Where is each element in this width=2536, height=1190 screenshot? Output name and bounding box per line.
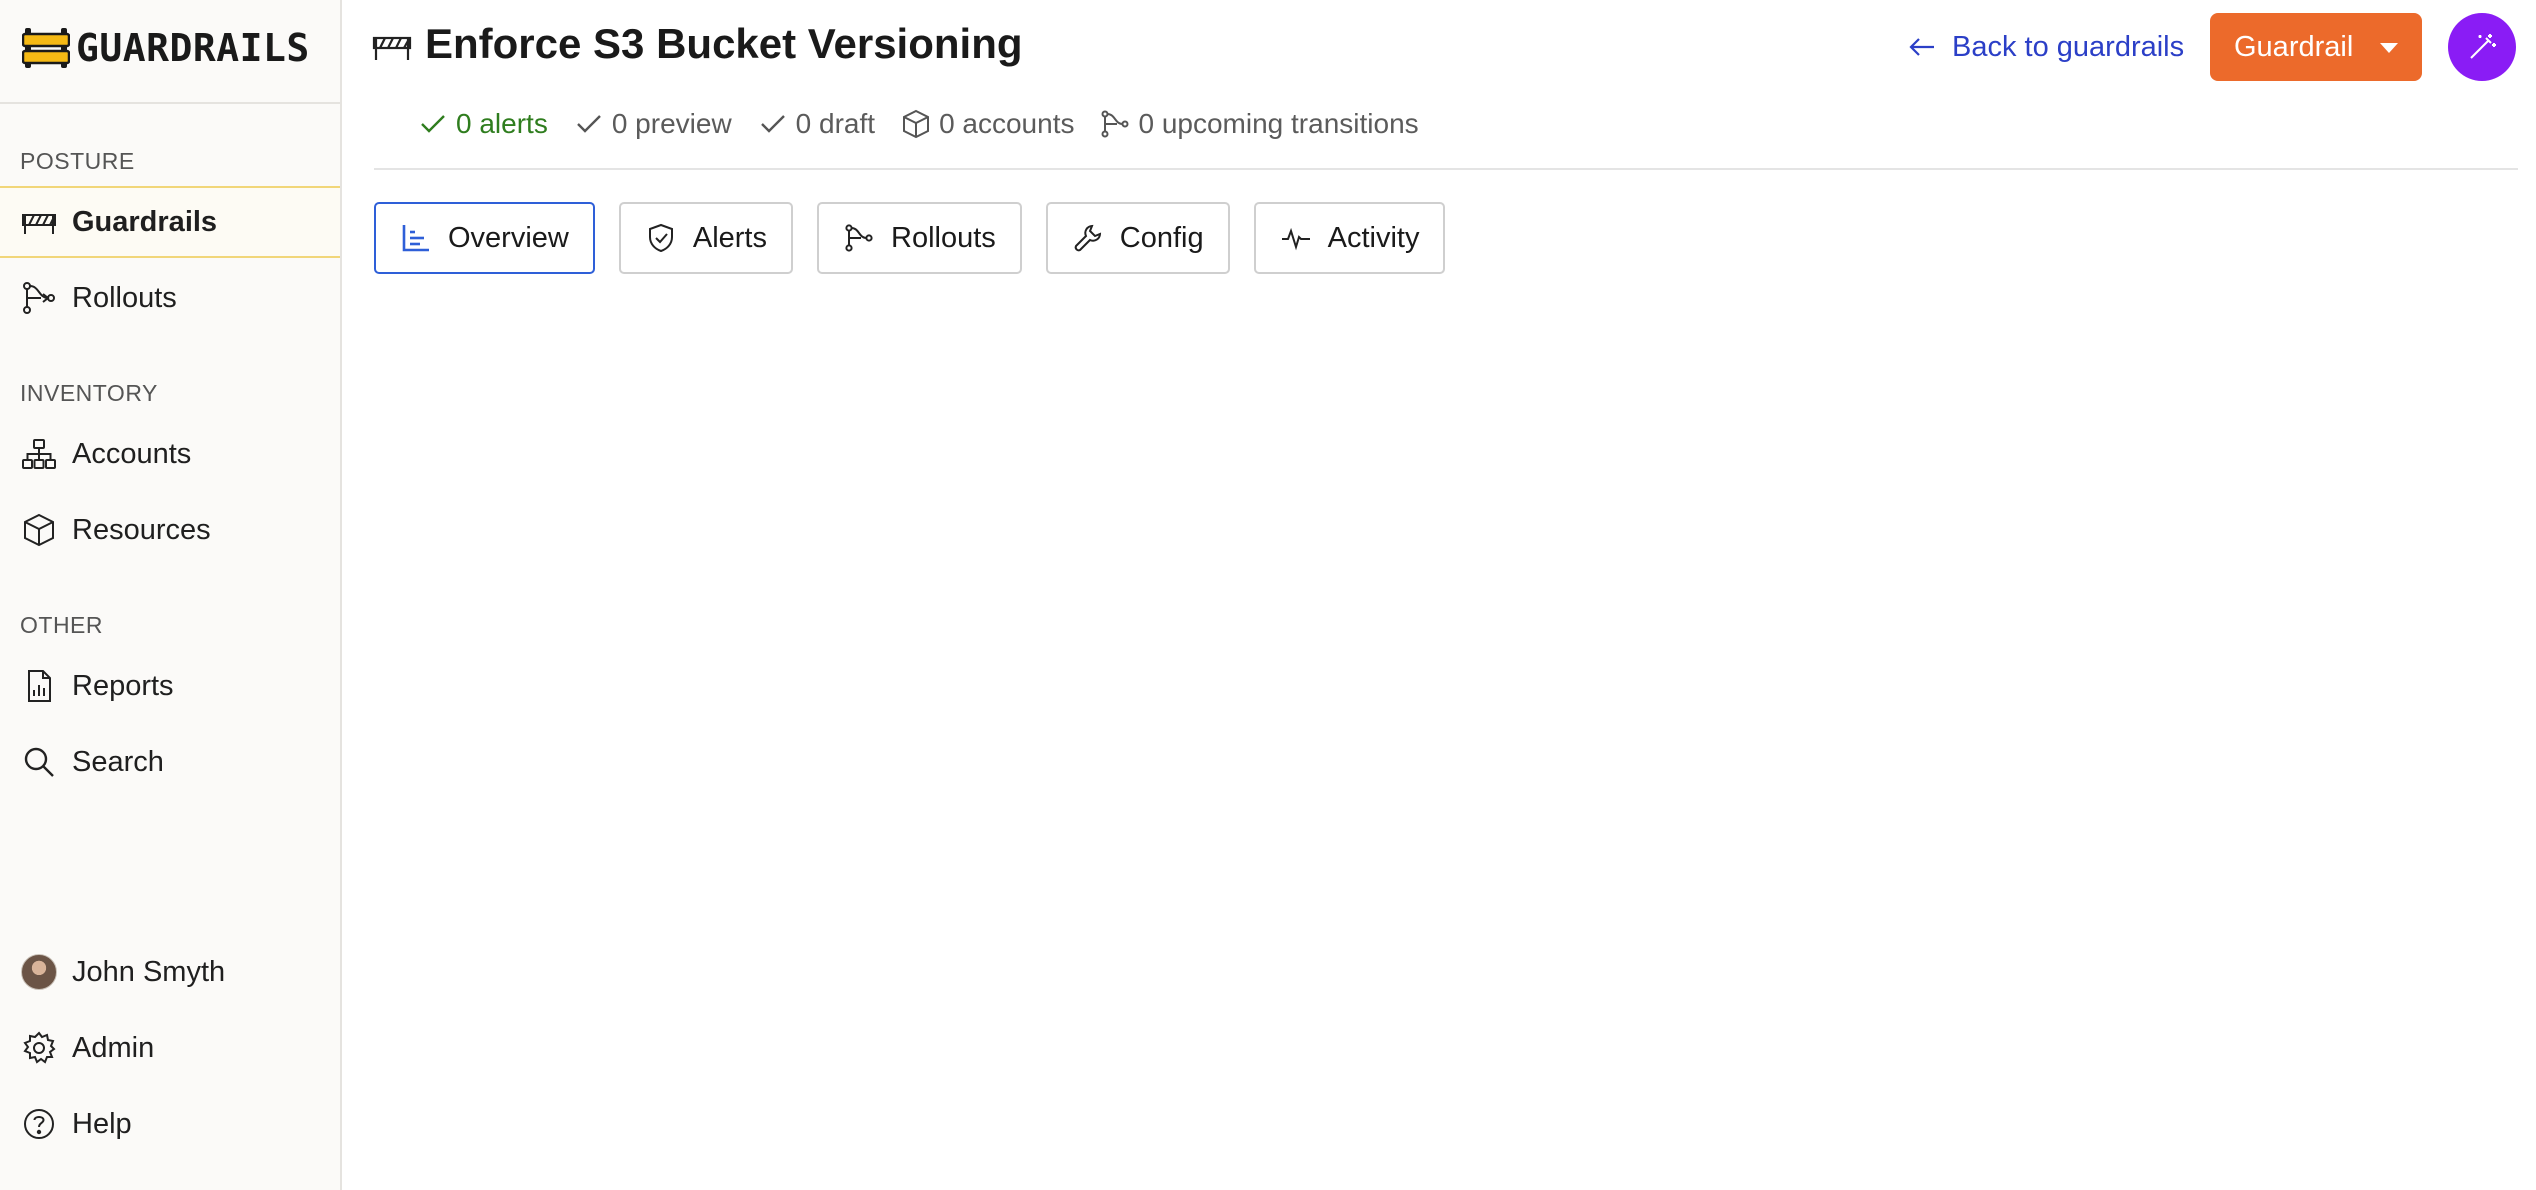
sidebar-item-reports[interactable]: Reports (0, 650, 340, 722)
ai-assistant-button[interactable] (2448, 13, 2516, 81)
stat-preview-label: 0 preview (611, 108, 732, 139)
sidebar-item-profile[interactable]: John Smyth (0, 936, 340, 1008)
sidebar-item-label: Help (72, 1107, 132, 1140)
pulse-icon (1281, 227, 1310, 251)
wrench-icon (1074, 224, 1101, 252)
arrow-left-icon (1909, 38, 1934, 56)
sidebar-item-guardrails[interactable]: Guardrails (0, 186, 340, 258)
stat-draft-label: 0 draft (795, 108, 876, 139)
check-icon (421, 115, 445, 133)
header-divider (374, 168, 2518, 170)
barrier-icon (20, 203, 58, 241)
help-icon (20, 1105, 58, 1143)
bar-chart-icon (402, 225, 429, 252)
rollouts-icon (845, 224, 873, 252)
sidebar-item-accounts[interactable]: Accounts (0, 418, 340, 490)
gear-icon (20, 1029, 58, 1067)
check-icon (576, 115, 601, 133)
rollouts-icon (1101, 110, 1129, 138)
tab-label: Config (1119, 221, 1204, 254)
report-icon (20, 667, 58, 705)
sidebar-item-label: John Smyth (72, 955, 226, 988)
section-label-inventory: INVENTORY (20, 380, 158, 406)
sidebar-item-label: Admin (72, 1031, 155, 1064)
stat-accounts-label: 0 accounts (939, 108, 1075, 139)
logo-divider (0, 102, 340, 104)
hierarchy-icon (20, 435, 58, 473)
check-icon (760, 115, 785, 133)
sidebar-item-label: Reports (72, 669, 174, 702)
tab-label: Alerts (692, 221, 767, 254)
rollouts-icon (20, 279, 58, 317)
shield-check-icon (648, 223, 673, 253)
sidebar-item-label: Search (72, 745, 164, 778)
back-link-label: Back to guardrails (1952, 30, 2185, 63)
tab-rollouts[interactable]: Rollouts (817, 202, 1022, 274)
sidebar-item-label: Rollouts (72, 281, 177, 314)
back-to-guardrails-link[interactable]: Back to guardrails (1906, 26, 2184, 68)
section-label-other: OTHER (20, 612, 103, 638)
tab-overview[interactable]: Overview (374, 202, 595, 274)
cube-icon (20, 511, 58, 549)
magic-wand-icon (2470, 34, 2496, 59)
app-logo[interactable]: GUARDRAILS (22, 24, 310, 72)
tab-config[interactable]: Config (1045, 202, 1230, 274)
sidebar-item-help[interactable]: Help (0, 1088, 340, 1160)
sidebar-item-admin[interactable]: Admin (0, 1012, 340, 1084)
tab-alerts[interactable]: Alerts (618, 202, 793, 274)
sidebar-item-rollouts[interactable]: Rollouts (0, 262, 340, 334)
page-title: Enforce S3 Bucket Versioning (425, 20, 1023, 67)
guardrail-stats: 0 alerts 0 preview 0 draft 0 accounts 0 … (418, 104, 1445, 144)
stat-transitions-label: 0 upcoming transitions (1138, 108, 1419, 139)
stat-draft[interactable]: 0 draft (758, 108, 875, 140)
sidebar: GUARDRAILS POSTURE Guardrails Rollouts I… (0, 0, 342, 1190)
stat-preview[interactable]: 0 preview (574, 108, 732, 140)
search-icon (20, 743, 58, 781)
tab-bar: Overview Alerts Rollouts Config Activity (374, 202, 1469, 274)
app-name: GUARDRAILS (76, 26, 310, 70)
tab-label: Activity (1327, 221, 1420, 254)
section-label-posture: POSTURE (20, 148, 135, 174)
sidebar-item-label: Resources (72, 513, 211, 546)
stat-alerts[interactable]: 0 alerts (418, 108, 548, 140)
guardrail-button-label: Guardrail (2234, 30, 2354, 63)
caret-down-icon (2380, 43, 2398, 53)
sidebar-item-resources[interactable]: Resources (0, 494, 340, 566)
logo-icon (22, 28, 70, 68)
sidebar-item-label: Accounts (72, 437, 192, 470)
stat-alerts-label: 0 alerts (456, 108, 548, 139)
stat-accounts[interactable]: 0 accounts (901, 108, 1074, 140)
sidebar-item-search[interactable]: Search (0, 726, 340, 798)
cube-icon (903, 109, 930, 139)
tab-label: Overview (448, 221, 569, 254)
barrier-icon (372, 36, 412, 60)
avatar (20, 953, 58, 991)
tab-label: Rollouts (891, 221, 996, 254)
tab-activity[interactable]: Activity (1253, 202, 1446, 274)
sidebar-item-label: Guardrails (72, 205, 218, 238)
guardrail-actions-button[interactable]: Guardrail (2210, 13, 2422, 81)
stat-upcoming-transitions[interactable]: 0 upcoming transitions (1100, 108, 1419, 140)
